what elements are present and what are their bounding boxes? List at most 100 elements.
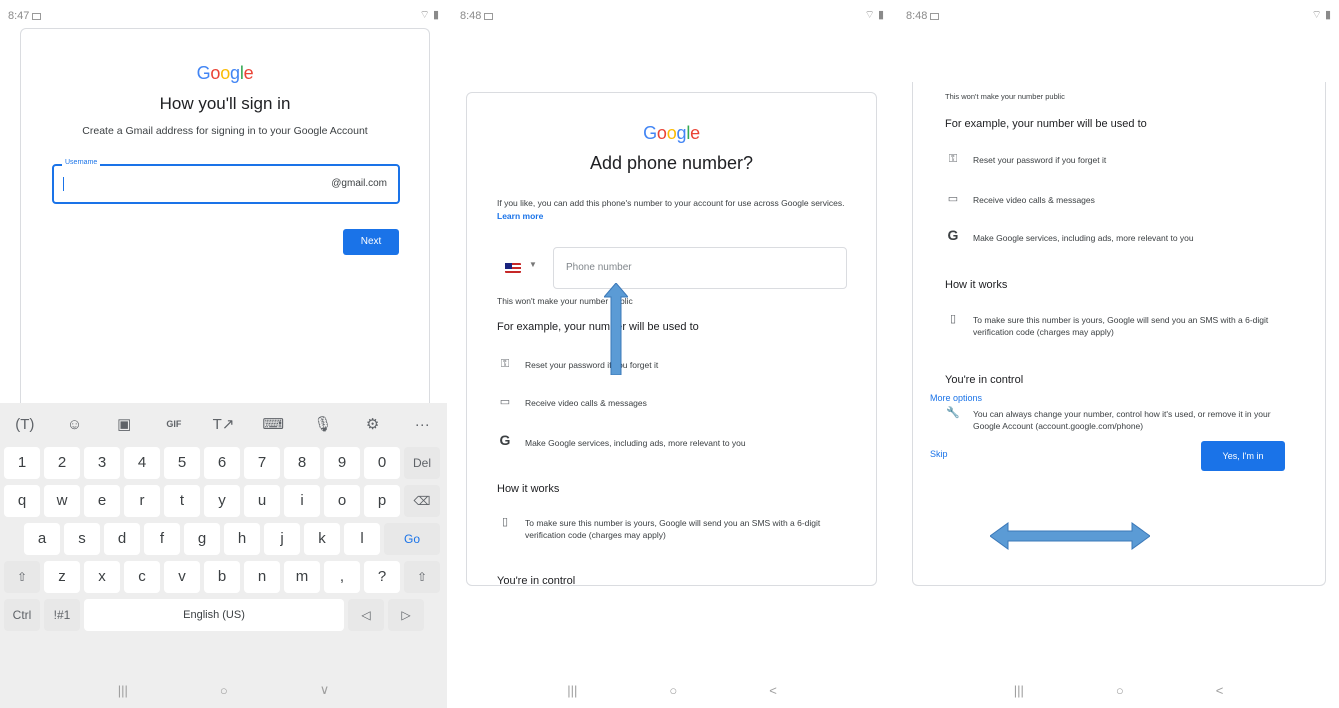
emoji-icon[interactable]: ☺	[50, 416, 100, 433]
key[interactable]: 5	[164, 447, 200, 479]
shift-key-right[interactable]: ⇧	[404, 561, 440, 593]
key[interactable]: 3	[84, 447, 120, 479]
key[interactable]: 9	[324, 447, 360, 479]
settings-icon[interactable]: ⚙	[348, 415, 398, 433]
recent-apps-button[interactable]: |||	[567, 683, 577, 698]
key[interactable]: a	[24, 523, 60, 555]
letter-row-2: a s d f g h j k l Go	[24, 523, 440, 555]
key[interactable]: u	[244, 485, 280, 517]
ctrl-key[interactable]: Ctrl	[4, 599, 40, 631]
gif-icon[interactable]: GIF	[149, 419, 199, 429]
key[interactable]: d	[104, 523, 140, 555]
go-key[interactable]: Go	[384, 523, 440, 555]
shift-key-left[interactable]: ⇧	[4, 561, 40, 593]
clipboard-icon[interactable]: ⌨	[248, 415, 298, 433]
learn-more-link[interactable]: Learn more	[497, 211, 543, 221]
nav-bar: ||| ○ <	[452, 672, 892, 708]
key[interactable]: e	[84, 485, 120, 517]
key[interactable]: h	[224, 523, 260, 555]
recent-apps-button[interactable]: |||	[1014, 683, 1024, 698]
key[interactable]: 7	[244, 447, 280, 479]
key[interactable]: s	[64, 523, 100, 555]
how-item: ▯ To make sure this number is yours, Goog…	[945, 313, 1295, 338]
video-icon: ▭	[499, 396, 511, 408]
more-options-link[interactable]: More options	[930, 393, 982, 403]
list-item: ▭ Receive video calls & messages	[497, 396, 846, 409]
symbols-key[interactable]: !#1	[44, 599, 80, 631]
cursor-left-key[interactable]: ◁	[348, 599, 384, 631]
how-heading: How it works	[497, 483, 560, 495]
google-g-icon: G	[947, 227, 959, 243]
space-bar[interactable]: English (US)	[84, 599, 344, 631]
yes-im-in-button[interactable]: Yes, I'm in	[1201, 441, 1285, 471]
key[interactable]: 8	[284, 447, 320, 479]
key-icon: ⚿	[500, 358, 510, 370]
key[interactable]: 4	[124, 447, 160, 479]
key[interactable]: o	[324, 485, 360, 517]
letter-row-1: q w e r t y u i o p ⌫	[4, 485, 440, 517]
delete-key[interactable]: Del	[404, 447, 440, 479]
key[interactable]: i	[284, 485, 320, 517]
key[interactable]: x	[84, 561, 120, 593]
home-button[interactable]: ○	[669, 683, 677, 698]
backspace-key[interactable]: ⌫	[404, 485, 440, 517]
key[interactable]: 2	[44, 447, 80, 479]
next-button[interactable]: Next	[343, 229, 399, 255]
chevron-down-icon[interactable]: ▼	[529, 260, 537, 269]
key[interactable]: m	[284, 561, 320, 593]
home-button[interactable]: ○	[1116, 683, 1124, 698]
gallery-icon	[484, 13, 494, 20]
key[interactable]: g	[184, 523, 220, 555]
recent-apps-button[interactable]: |||	[118, 683, 128, 698]
wrench-icon: 🔧	[946, 407, 960, 419]
phone-icon: ▯	[501, 516, 509, 528]
screen-username: 8:47 ⌔ ▮ Google How you'll sign in Creat…	[0, 0, 447, 708]
home-button[interactable]: ○	[220, 683, 228, 698]
page-title: Add phone number?	[589, 153, 754, 173]
key[interactable]: w	[44, 485, 80, 517]
key[interactable]: b	[204, 561, 240, 593]
key[interactable]: r	[124, 485, 160, 517]
hide-keyboard-button[interactable]: ∨	[320, 682, 330, 698]
example-heading: For example, your number will be used to	[497, 321, 699, 333]
key[interactable]: 0	[364, 447, 400, 479]
status-time: 8:48	[906, 10, 940, 22]
key[interactable]: v	[164, 561, 200, 593]
key[interactable]: z	[44, 561, 80, 593]
key[interactable]: t	[164, 485, 200, 517]
us-flag-icon[interactable]	[505, 263, 521, 273]
back-button[interactable]: <	[1216, 683, 1224, 698]
cursor-right-key[interactable]: ▷	[388, 599, 424, 631]
key[interactable]: c	[124, 561, 160, 593]
nav-bar: ||| ○ <	[898, 672, 1339, 708]
back-button[interactable]: <	[769, 683, 777, 698]
key[interactable]: l	[344, 523, 380, 555]
key[interactable]: ?	[364, 561, 400, 593]
intro-text: If you like, you can add this phone's nu…	[497, 198, 845, 221]
more-icon[interactable]: ···	[397, 416, 447, 433]
key[interactable]: ,	[324, 561, 360, 593]
key[interactable]: q	[4, 485, 40, 517]
key[interactable]: p	[364, 485, 400, 517]
scroll-up-arrow-icon	[604, 283, 628, 375]
phone-number-input[interactable]: Phone number	[553, 247, 847, 289]
key[interactable]: n	[244, 561, 280, 593]
key[interactable]: f	[144, 523, 180, 555]
page-title: How you'll sign in	[159, 94, 291, 113]
signin-card: Google How you'll sign in Create a Gmail…	[20, 28, 430, 428]
key[interactable]: k	[304, 523, 340, 555]
google-logo: Google	[196, 63, 254, 83]
key[interactable]: 6	[204, 447, 240, 479]
username-field[interactable]: Username @gmail.com	[52, 159, 400, 204]
text-mode-icon[interactable]: (T)	[0, 416, 50, 433]
skip-button[interactable]: Skip	[930, 449, 948, 459]
phone-input-row: ▼ Phone number	[497, 245, 847, 291]
gallery-icon	[930, 13, 940, 20]
gmail-suffix: @gmail.com	[331, 178, 387, 189]
key[interactable]: 1	[4, 447, 40, 479]
handwriting-icon[interactable]: T↗	[199, 415, 249, 433]
microphone-icon[interactable]: 🎙	[298, 415, 348, 433]
key[interactable]: j	[264, 523, 300, 555]
key[interactable]: y	[204, 485, 240, 517]
sticker-icon[interactable]: ▣	[99, 415, 149, 433]
